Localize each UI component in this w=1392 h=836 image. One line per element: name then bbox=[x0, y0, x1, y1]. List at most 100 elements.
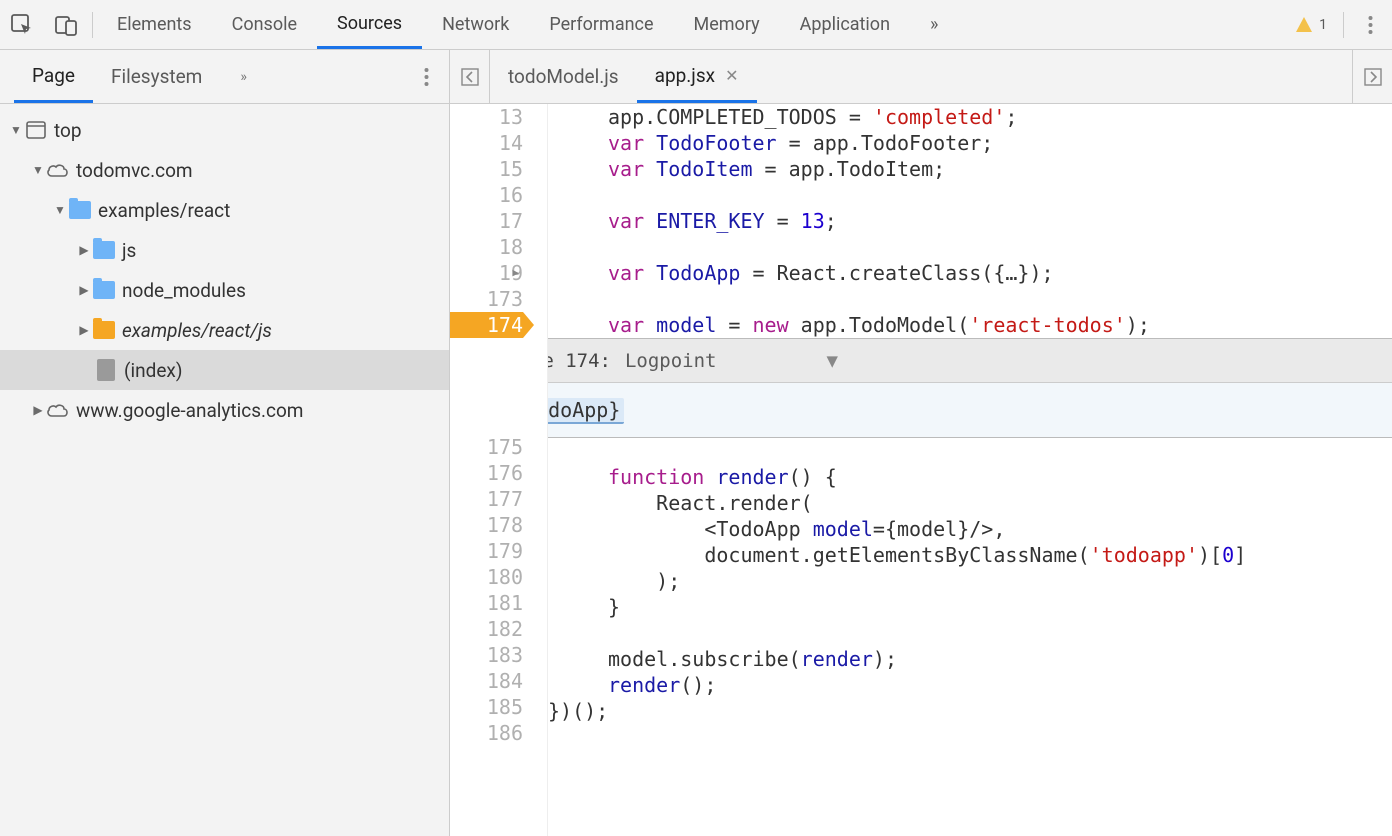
tab-sources[interactable]: Sources bbox=[317, 0, 422, 49]
code-line: var model = new app.TodoModel('react-tod… bbox=[548, 312, 1392, 338]
nav-prev-icon[interactable] bbox=[450, 50, 490, 103]
breakpoint-type-select[interactable]: Logpoint ▼ bbox=[625, 348, 838, 374]
tree-folder-mapped[interactable]: ▶ examples/react/js bbox=[0, 310, 449, 350]
line-number[interactable]: 182 bbox=[450, 616, 523, 642]
tab-page[interactable]: Page bbox=[14, 50, 93, 103]
fold-arrow-icon[interactable]: ▶ bbox=[512, 260, 519, 286]
logpoint-input[interactable]: {TodoApp} bbox=[488, 383, 1392, 437]
chevron-right-icon: ▶ bbox=[30, 403, 46, 417]
line-number[interactable]: 13 bbox=[450, 104, 523, 130]
nav-next-icon[interactable] bbox=[1352, 50, 1392, 103]
folder-icon bbox=[92, 278, 116, 302]
code-line: function render() { bbox=[548, 464, 1392, 490]
breakpoint-line-number[interactable]: 174 bbox=[450, 312, 523, 338]
navigator-menu-icon[interactable] bbox=[404, 67, 449, 87]
line-number[interactable]: 185 bbox=[450, 694, 523, 720]
folder-icon bbox=[68, 198, 92, 222]
tree-label: www.google-analytics.com bbox=[76, 399, 303, 422]
cloud-icon bbox=[46, 398, 70, 422]
select-value: Logpoint bbox=[625, 348, 717, 374]
line-number[interactable]: 19▶ bbox=[450, 260, 523, 286]
code-line: ); bbox=[548, 568, 1392, 594]
tree-label: examples/react/js bbox=[122, 319, 272, 342]
inspect-element-icon[interactable] bbox=[0, 0, 44, 50]
code-content[interactable]: app.COMPLETED_TODOS = 'completed'; var T… bbox=[548, 104, 1392, 836]
chevron-down-icon: ▼ bbox=[826, 348, 837, 374]
line-number[interactable]: 14 bbox=[450, 130, 523, 156]
tree-folder-js[interactable]: ▶ js bbox=[0, 230, 449, 270]
more-navigator-tabs-icon[interactable]: » bbox=[228, 69, 259, 85]
code-line: <TodoApp model={model}/>, bbox=[548, 516, 1392, 542]
editor-tab-appjsx[interactable]: app.jsx ✕ bbox=[637, 50, 757, 103]
tree-label: examples/react bbox=[98, 199, 230, 222]
line-number[interactable]: 181 bbox=[450, 590, 523, 616]
line-number[interactable]: 18 bbox=[450, 234, 523, 260]
tree-domain[interactable]: ▶ www.google-analytics.com bbox=[0, 390, 449, 430]
line-number[interactable]: 179 bbox=[450, 538, 523, 564]
tree-label: top bbox=[54, 119, 82, 142]
tab-label: app.jsx bbox=[655, 64, 715, 87]
tree-domain[interactable]: ▼ todomvc.com bbox=[0, 150, 449, 190]
tab-console[interactable]: Console bbox=[212, 0, 317, 49]
line-number[interactable]: 186 bbox=[450, 720, 523, 746]
panel-tabs: Elements Console Sources Network Perform… bbox=[97, 0, 1283, 49]
warning-icon bbox=[1295, 16, 1313, 34]
tree-label: js bbox=[122, 239, 136, 262]
tree-folder-nodemodules[interactable]: ▶ node_modules bbox=[0, 270, 449, 310]
editor-tab-todomodel[interactable]: todoModel.js bbox=[490, 50, 637, 103]
file-icon bbox=[94, 358, 118, 382]
navigator-tabs: Page Filesystem » bbox=[0, 50, 449, 104]
code-line bbox=[548, 234, 1392, 260]
line-number[interactable]: 180 bbox=[450, 564, 523, 590]
tab-network[interactable]: Network bbox=[422, 0, 529, 49]
tree-label: node_modules bbox=[122, 279, 246, 302]
tab-application[interactable]: Application bbox=[780, 0, 910, 49]
line-number[interactable]: 183 bbox=[450, 642, 523, 668]
tree-top[interactable]: ▼ top bbox=[0, 110, 449, 150]
tab-performance[interactable]: Performance bbox=[529, 0, 673, 49]
line-number[interactable]: 173 bbox=[450, 286, 523, 312]
tree-label: (index) bbox=[124, 359, 182, 382]
code-line: app.COMPLETED_TODOS = 'completed'; bbox=[548, 104, 1392, 130]
settings-kebab-icon[interactable] bbox=[1348, 0, 1392, 50]
editor-pane: todoModel.js app.jsx ✕ 13 14 15 16 17 18… bbox=[450, 50, 1392, 836]
tree-folder[interactable]: ▼ examples/react bbox=[0, 190, 449, 230]
chevron-right-icon: ▶ bbox=[76, 323, 92, 337]
navigator-pane: Page Filesystem » ▼ top ▼ todomvc.com ▼ … bbox=[0, 50, 450, 836]
main-content: Page Filesystem » ▼ top ▼ todomvc.com ▼ … bbox=[0, 50, 1392, 836]
code-line: React.render( bbox=[548, 490, 1392, 516]
tab-label: todoModel.js bbox=[508, 65, 619, 88]
code-line: render(); bbox=[548, 672, 1392, 698]
tab-memory[interactable]: Memory bbox=[674, 0, 780, 49]
more-tabs-icon[interactable]: » bbox=[910, 0, 958, 49]
devtools-top-bar: Elements Console Sources Network Perform… bbox=[0, 0, 1392, 50]
line-number[interactable]: 176 bbox=[450, 460, 523, 486]
code-line: var TodoApp = React.createClass({…}); bbox=[548, 260, 1392, 286]
device-toolbar-icon[interactable] bbox=[44, 0, 88, 50]
gutter[interactable]: 13 14 15 16 17 18 19▶ 173 174 175 176 17… bbox=[450, 104, 548, 836]
line-number[interactable]: 177 bbox=[450, 486, 523, 512]
file-tree: ▼ top ▼ todomvc.com ▼ examples/react ▶ j… bbox=[0, 104, 449, 430]
line-number[interactable]: 17 bbox=[450, 208, 523, 234]
folder-icon bbox=[92, 238, 116, 262]
folder-icon bbox=[92, 318, 116, 342]
warnings-badge[interactable]: 1 bbox=[1283, 16, 1339, 34]
code-line bbox=[548, 620, 1392, 646]
code-line: model.subscribe(render); bbox=[548, 646, 1392, 672]
code-line: } bbox=[548, 594, 1392, 620]
code-line: var TodoFooter = app.TodoFooter; bbox=[548, 130, 1392, 156]
chevron-right-icon: ▶ bbox=[76, 283, 92, 297]
tab-elements[interactable]: Elements bbox=[97, 0, 212, 49]
close-icon[interactable]: ✕ bbox=[725, 66, 738, 85]
code-line: document.getElementsByClassName('todoapp… bbox=[548, 542, 1392, 568]
cloud-icon bbox=[46, 158, 70, 182]
tab-filesystem[interactable]: Filesystem bbox=[93, 50, 220, 103]
line-number[interactable]: 178 bbox=[450, 512, 523, 538]
line-number[interactable]: 184 bbox=[450, 668, 523, 694]
line-number[interactable]: 15 bbox=[450, 156, 523, 182]
line-number[interactable]: 16 bbox=[450, 182, 523, 208]
code-line bbox=[548, 286, 1392, 312]
tree-file-index[interactable]: (index) bbox=[0, 350, 449, 390]
line-number[interactable]: 175 bbox=[450, 434, 523, 460]
code-editor[interactable]: 13 14 15 16 17 18 19▶ 173 174 175 176 17… bbox=[450, 104, 1392, 836]
